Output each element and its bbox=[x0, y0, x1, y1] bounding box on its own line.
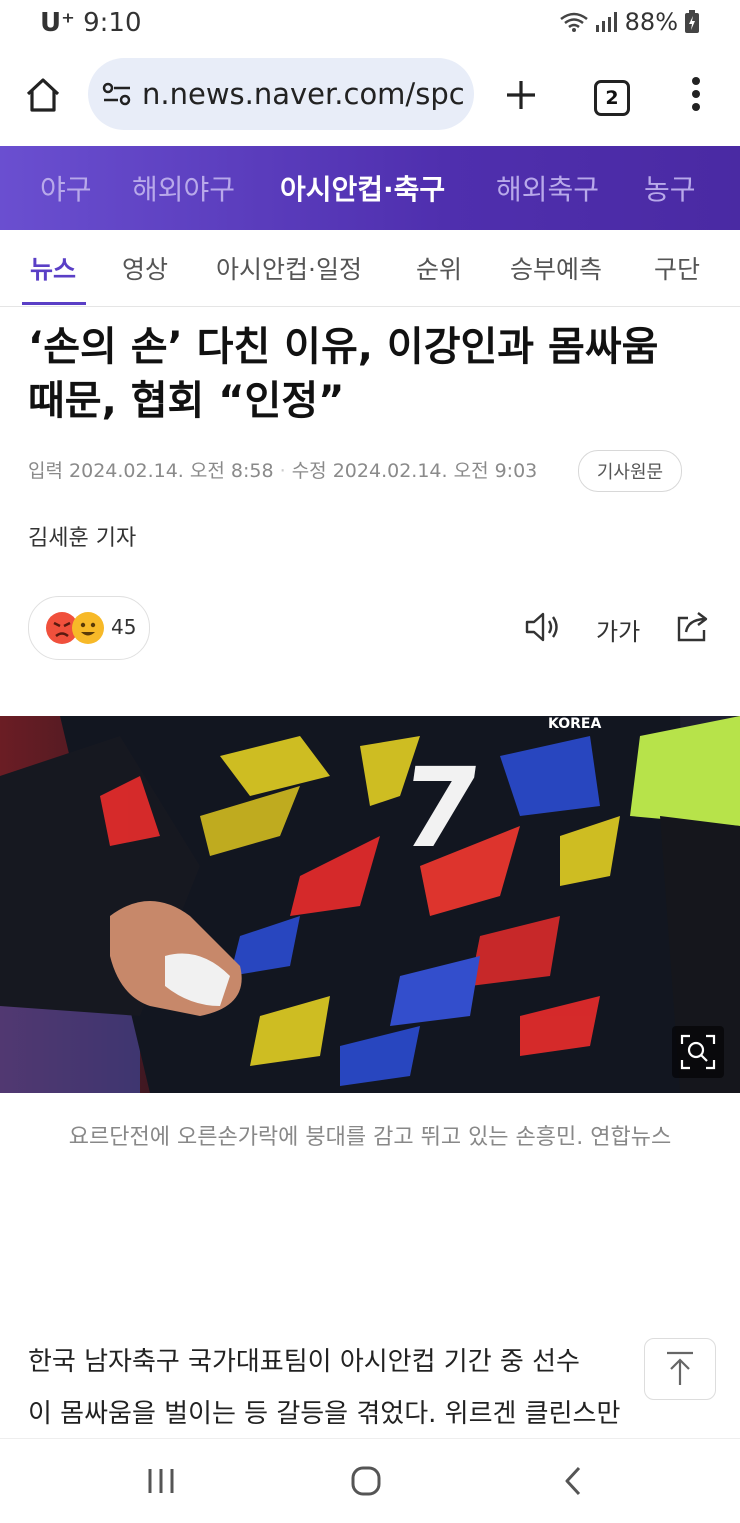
carrier-label: U⁺ bbox=[40, 8, 75, 38]
system-nav-bar bbox=[0, 1438, 740, 1523]
photo-caption: 요르단전에 오른손가락에 붕대를 감고 뛰고 있는 손흥민. 연합뉴스 bbox=[68, 1125, 672, 1150]
tab-clubs[interactable]: 구단 bbox=[654, 250, 700, 286]
tab-news[interactable]: 뉴스 bbox=[30, 250, 76, 286]
scroll-top-button[interactable] bbox=[644, 1338, 716, 1400]
url-bar[interactable]: n.news.naver.com/spc bbox=[88, 58, 474, 130]
input-time: 2024.02.14. 오전 8:58 bbox=[69, 460, 274, 482]
edit-label: 수정 bbox=[291, 460, 327, 482]
body-line-1: 한국 남자축구 국가대표팀이 아시안컵 기간 중 선수 bbox=[28, 1347, 580, 1377]
site-settings-icon[interactable] bbox=[102, 81, 132, 107]
battery-percent: 88% bbox=[624, 8, 678, 36]
status-indicators: 88% bbox=[559, 8, 700, 36]
edit-time: 2024.02.14. 오전 9:03 bbox=[332, 460, 538, 482]
sport-category-nav: 야구 해외야구 아시안컵·축구 해외축구 농구 bbox=[0, 146, 740, 230]
new-tab-icon[interactable] bbox=[504, 78, 538, 112]
article-body: 한국 남자축구 국가대표팀이 아시안컵 기간 중 선수 이 몸싸움을 벌이는 등… bbox=[28, 1336, 740, 1440]
speaker-icon[interactable] bbox=[524, 610, 562, 644]
zoom-button[interactable] bbox=[672, 1026, 724, 1078]
zoom-icon bbox=[680, 1034, 716, 1070]
font-size-button[interactable]: 가가 bbox=[596, 612, 640, 647]
font-size-label: 가가 bbox=[596, 618, 641, 646]
jersey-text: KOREA bbox=[548, 716, 601, 732]
browser-toolbar: n.news.naver.com/spc 2 bbox=[0, 46, 740, 146]
reporter-name: 김세훈 기자 bbox=[28, 526, 137, 551]
active-tab-indicator bbox=[22, 302, 86, 305]
sport-tab-mlb[interactable]: 해외야구 bbox=[132, 168, 235, 208]
sport-tab-baseball[interactable]: 야구 bbox=[40, 168, 92, 208]
home-nav-icon[interactable] bbox=[350, 1465, 382, 1497]
headline-line-1: ‘손의 손’ 다친 이유, 이강인과 몸싸움 bbox=[28, 324, 659, 370]
sub-nav: 뉴스 영상 아시안컵·일정 순위 승부예측 구단 bbox=[0, 230, 740, 307]
url-text: n.news.naver.com/spc bbox=[142, 77, 465, 111]
sport-tab-basketball[interactable]: 농구 bbox=[644, 168, 696, 208]
share-icon[interactable] bbox=[674, 608, 712, 644]
body-line-2: 이 몸싸움을 벌이는 등 갈등을 겪었다. 위르겐 클린스만 bbox=[28, 1399, 621, 1429]
jersey-photo-image: 7 KOREA bbox=[0, 716, 740, 1093]
headline-line-2: 때문, 협회 “인정” bbox=[28, 378, 345, 424]
meta-separator: · bbox=[279, 460, 292, 482]
tab-video[interactable]: 영상 bbox=[122, 250, 168, 286]
tabs-button[interactable]: 2 bbox=[594, 80, 630, 116]
tab-schedule[interactable]: 아시안컵·일정 bbox=[216, 250, 362, 286]
wifi-icon bbox=[559, 12, 588, 32]
signal-icon bbox=[595, 12, 617, 32]
battery-icon bbox=[685, 10, 699, 33]
original-article-button[interactable]: 기사원문 bbox=[578, 450, 682, 492]
home-icon[interactable] bbox=[24, 76, 62, 114]
scroll-top-icon bbox=[667, 1351, 693, 1385]
article-photo: 7 KOREA bbox=[0, 716, 740, 1093]
clock: 9:10 bbox=[83, 8, 142, 38]
smile-emoji-icon bbox=[72, 612, 104, 644]
reaction-button[interactable]: 45 bbox=[28, 596, 150, 660]
article-dates: 입력 2024.02.14. 오전 8:58 · 수정 2024.02.14. … bbox=[28, 456, 537, 483]
sport-tab-world-football[interactable]: 해외축구 bbox=[496, 168, 599, 208]
recent-apps-icon[interactable] bbox=[146, 1467, 176, 1495]
sport-tab-asiancup-football[interactable]: 아시안컵·축구 bbox=[280, 168, 445, 208]
status-carrier-time: U⁺ 9:10 bbox=[40, 8, 142, 38]
tab-prediction[interactable]: 승부예측 bbox=[510, 250, 602, 286]
reaction-count: 45 bbox=[111, 615, 137, 639]
more-vert-icon[interactable] bbox=[690, 76, 702, 112]
article-headline: ‘손의 손’ 다친 이유, 이강인과 몸싸움 때문, 협회 “인정” bbox=[28, 320, 718, 428]
tab-ranking[interactable]: 순위 bbox=[416, 250, 462, 286]
status-bar: U⁺ 9:10 88% bbox=[0, 0, 740, 46]
input-label: 입력 bbox=[28, 460, 63, 482]
back-icon[interactable] bbox=[562, 1465, 584, 1497]
